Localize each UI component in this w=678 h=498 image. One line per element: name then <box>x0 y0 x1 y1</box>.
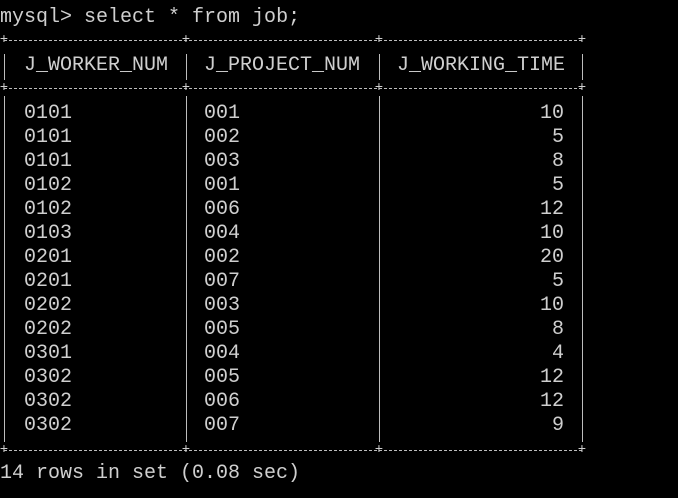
table-border-bottom <box>4 450 582 451</box>
cell-working-time: 12 <box>539 198 564 221</box>
cell-worker-num: 0301 <box>24 342 73 365</box>
border-corner: + <box>577 442 587 458</box>
table-row: 0201 007 5 <box>4 270 582 294</box>
border-corner: + <box>181 442 191 458</box>
result-table: + + + + + + + + + + + + J_WORKER_NUM J_P… <box>0 33 586 457</box>
cell-worker-num: 0202 <box>24 318 73 341</box>
cell-project-num: 005 <box>204 366 241 389</box>
table-border-top <box>4 40 582 41</box>
cell-project-num: 003 <box>204 150 241 173</box>
table-row: 0302 007 9 <box>4 414 582 438</box>
border-corner: + <box>374 80 384 96</box>
table-row: 0101 003 8 <box>4 150 582 174</box>
cell-project-num: 004 <box>204 342 241 365</box>
cell-project-num: 001 <box>204 102 241 125</box>
cell-working-time: 20 <box>539 246 564 269</box>
cell-project-num: 007 <box>204 414 241 437</box>
column-header-worker-num: J_WORKER_NUM <box>24 54 169 77</box>
cell-worker-num: 0202 <box>24 294 73 317</box>
cell-worker-num: 0201 <box>24 246 73 269</box>
cell-project-num: 004 <box>204 222 241 245</box>
cell-worker-num: 0101 <box>24 102 73 125</box>
cell-working-time: 5 <box>551 270 564 293</box>
sql-command: select * from job; <box>84 6 301 29</box>
border-corner: + <box>577 80 587 96</box>
cell-working-time: 5 <box>551 126 564 149</box>
command-line: mysql> select * from job; <box>0 6 300 30</box>
cell-project-num: 002 <box>204 246 241 269</box>
column-header-working-time: J_WORKING_TIME <box>397 54 566 77</box>
table-row: 0103 004 10 <box>4 222 582 246</box>
cell-project-num: 002 <box>204 126 241 149</box>
cell-worker-num: 0102 <box>24 174 73 197</box>
column-divider <box>582 96 583 442</box>
table-header-row: J_WORKER_NUM J_PROJECT_NUM J_WORKING_TIM… <box>4 54 582 80</box>
table-row: 0202 003 10 <box>4 294 582 318</box>
border-corner: + <box>374 32 384 48</box>
cell-project-num: 003 <box>204 294 241 317</box>
cell-working-time: 10 <box>539 294 564 317</box>
table-row: 0302 005 12 <box>4 366 582 390</box>
cell-worker-num: 0103 <box>24 222 73 245</box>
cell-working-time: 4 <box>551 342 564 365</box>
border-corner: + <box>0 32 9 48</box>
cell-project-num: 001 <box>204 174 241 197</box>
cell-worker-num: 0101 <box>24 150 73 173</box>
border-corner: + <box>0 80 9 96</box>
column-divider <box>582 54 583 80</box>
mysql-prompt: mysql> <box>0 6 73 29</box>
cell-working-time: 12 <box>539 366 564 389</box>
table-row: 0202 005 8 <box>4 318 582 342</box>
cell-worker-num: 0302 <box>24 390 73 413</box>
border-corner: + <box>577 32 587 48</box>
cell-working-time: 9 <box>551 414 564 437</box>
cell-working-time: 12 <box>539 390 564 413</box>
column-header-project-num: J_PROJECT_NUM <box>204 54 361 77</box>
cell-worker-num: 0102 <box>24 198 73 221</box>
cell-working-time: 8 <box>551 318 564 341</box>
cell-working-time: 5 <box>551 174 564 197</box>
cell-worker-num: 0302 <box>24 366 73 389</box>
border-corner: + <box>0 442 9 458</box>
cell-worker-num: 0302 <box>24 414 73 437</box>
table-row: 0201 002 20 <box>4 246 582 270</box>
table-row: 0302 006 12 <box>4 390 582 414</box>
cell-project-num: 006 <box>204 198 241 221</box>
result-summary: 14 rows in set (0.08 sec) <box>0 462 301 485</box>
cell-project-num: 006 <box>204 390 241 413</box>
terminal-window[interactable]: mysql> select * from job; + + + + + + + … <box>0 0 678 498</box>
cell-working-time: 8 <box>551 150 564 173</box>
cell-working-time: 10 <box>539 102 564 125</box>
cell-worker-num: 0201 <box>24 270 73 293</box>
table-row: 0102 001 5 <box>4 174 582 198</box>
border-corner: + <box>181 32 191 48</box>
cell-project-num: 005 <box>204 318 241 341</box>
border-corner: + <box>374 442 384 458</box>
table-row: 0102 006 12 <box>4 198 582 222</box>
table-header-separator <box>4 88 582 89</box>
table-row: 0101 001 10 <box>4 102 582 126</box>
cell-worker-num: 0101 <box>24 126 73 149</box>
table-row: 0101 002 5 <box>4 126 582 150</box>
table-row: 0301 004 4 <box>4 342 582 366</box>
border-corner: + <box>181 80 191 96</box>
cell-working-time: 10 <box>539 222 564 245</box>
cell-project-num: 007 <box>204 270 241 293</box>
